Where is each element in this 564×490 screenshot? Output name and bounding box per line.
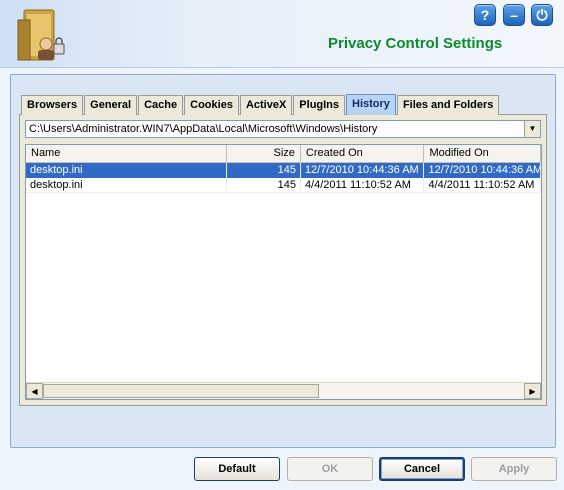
cell-created: 12/7/2010 10:44:36 AM <box>300 163 425 178</box>
table-row[interactable]: desktop.ini 145 12/7/2010 10:44:36 AM 12… <box>26 163 541 178</box>
cell-created: 4/4/2011 11:10:52 AM <box>301 178 425 193</box>
power-icon[interactable]: ⏻ <box>531 4 553 26</box>
ok-button[interactable]: OK <box>287 457 373 481</box>
scroll-thumb[interactable] <box>43 384 319 398</box>
apply-button[interactable]: Apply <box>471 457 557 481</box>
cell-name: desktop.ini <box>26 178 228 193</box>
scroll-right-icon[interactable]: ▶ <box>524 383 541 399</box>
header-bar: Privacy Control Settings ? – ⏻ <box>0 0 564 68</box>
cell-name: desktop.ini <box>26 163 228 178</box>
chevron-down-icon[interactable]: ▼ <box>524 121 540 137</box>
privacy-folder-logo-icon <box>17 9 65 61</box>
cancel-button[interactable]: Cancel <box>379 457 465 481</box>
help-icon[interactable]: ? <box>474 4 496 26</box>
cell-modified: 12/7/2010 10:44:36 AM <box>424 163 541 178</box>
cell-size: 145 <box>227 163 301 178</box>
default-button[interactable]: Default <box>194 457 280 481</box>
column-header-size[interactable]: Size <box>227 145 301 163</box>
tab-cookies[interactable]: Cookies <box>184 95 239 115</box>
history-file-list[interactable]: Name Size Created On Modified On desktop… <box>25 144 542 400</box>
path-dropdown[interactable]: C:\Users\Administrator.WIN7\AppData\Loca… <box>25 120 541 138</box>
scroll-left-icon[interactable]: ◀ <box>26 383 43 399</box>
table-row[interactable]: desktop.ini 145 4/4/2011 11:10:52 AM 4/4… <box>26 178 541 193</box>
cell-modified: 4/4/2011 11:10:52 AM <box>424 178 541 193</box>
tab-strip: Browsers General Cache Cookies ActiveX P… <box>21 94 500 115</box>
path-value: C:\Users\Administrator.WIN7\AppData\Loca… <box>29 123 378 135</box>
tab-files-and-folders[interactable]: Files and Folders <box>396 95 500 115</box>
tab-general[interactable]: General <box>84 95 138 115</box>
horizontal-scrollbar[interactable]: ◀ ▶ <box>26 382 541 399</box>
tab-plugins[interactable]: PlugIns <box>293 95 346 115</box>
scroll-track[interactable] <box>43 383 524 399</box>
column-header-created-on[interactable]: Created On <box>301 145 425 163</box>
tab-history[interactable]: History <box>346 94 396 115</box>
cell-size: 145 <box>227 178 301 193</box>
tab-cache[interactable]: Cache <box>138 95 184 115</box>
column-header-modified-on[interactable]: Modified On <box>424 145 541 163</box>
minimize-icon[interactable]: – <box>503 4 525 26</box>
tab-browsers[interactable]: Browsers <box>21 95 84 115</box>
column-header-name[interactable]: Name <box>26 145 228 163</box>
tab-activex[interactable]: ActiveX <box>239 95 293 115</box>
list-header: Name Size Created On Modified On <box>26 145 541 163</box>
app-title: Privacy Control Settings <box>328 35 503 52</box>
